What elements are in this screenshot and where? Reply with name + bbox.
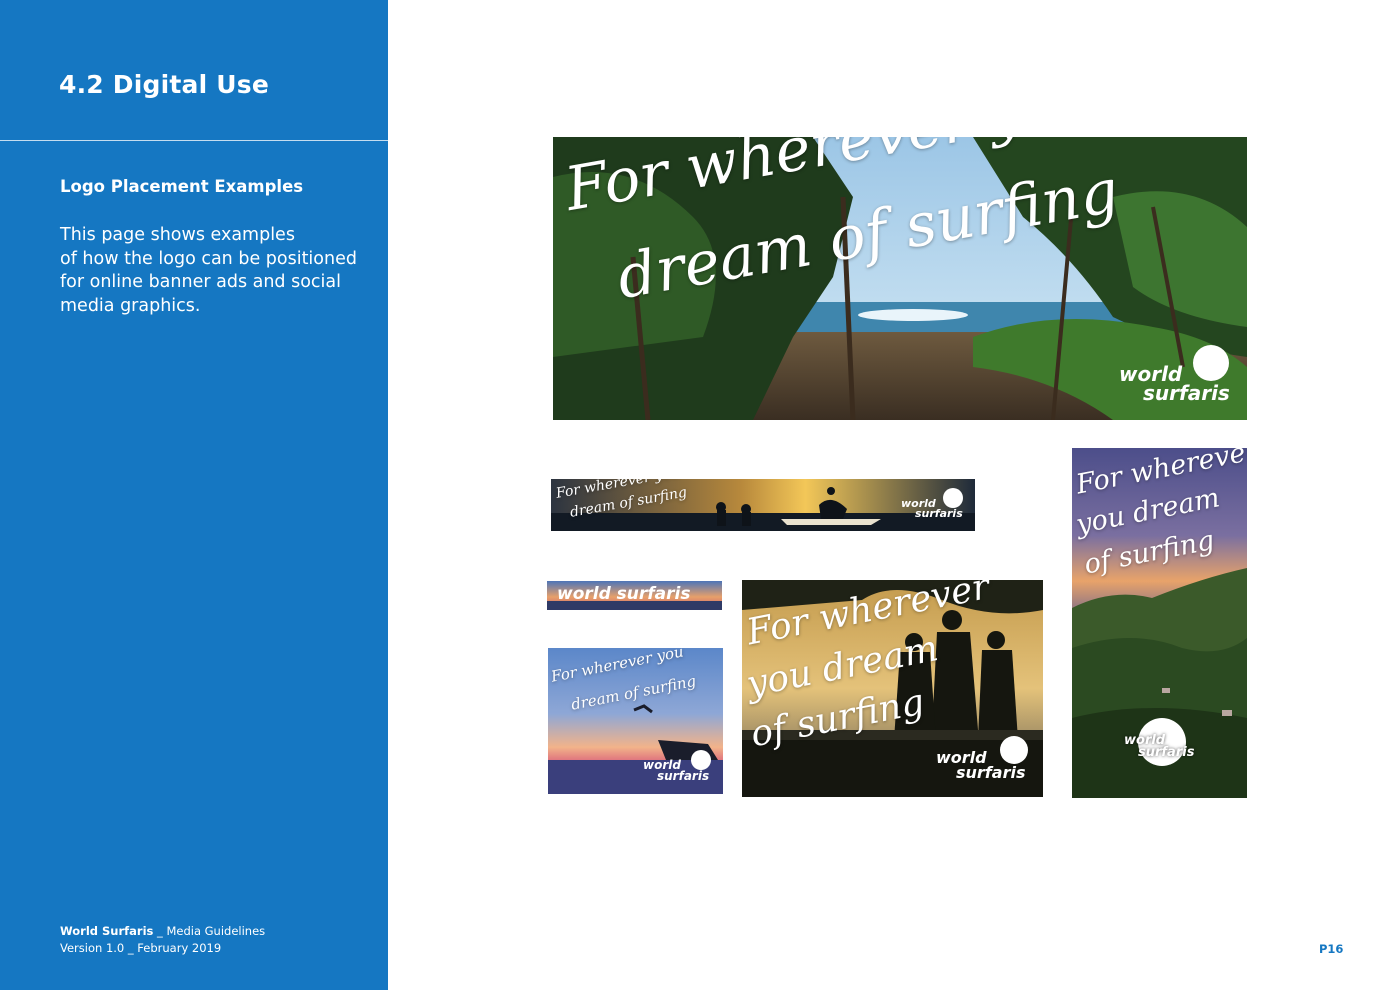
skyscraper-ad: For wherever you dream of surfing world … [1072,448,1247,798]
section-title: 4.2 Digital Use [59,70,270,99]
sub-title: Logo Placement Examples [60,177,304,196]
globe-icon [1000,736,1028,764]
footer-version: Version 1.0 _ February 2019 [60,941,222,955]
divider [0,140,388,141]
page-number: P16 [1319,942,1344,956]
brand-word-2: surfaris [657,769,710,784]
body-line: for online banner ads and social [60,272,341,292]
footer-brand: World Surfaris [60,924,154,938]
sidebar-panel: 4.2 Digital Use Logo Placement Examples … [0,0,388,990]
footer-doc: _ Media Guidelines [153,924,266,938]
body-text: This page shows examples of how the logo… [60,224,360,318]
brand-word-2: surfaris [956,763,1026,783]
body-line: media graphics. [60,295,201,316]
wide-banner: For wherever you dream of surfing world … [551,479,975,531]
mini-banner: world surfaris [547,581,722,610]
rectangle-ad: For wherever you dream of surfing world … [742,580,1043,797]
brand-word-2: surfaris [915,507,963,521]
footer: World Surfaris _ Media Guidelines Versio… [60,923,265,957]
square-ad: For wherever you dream of surfing world … [548,648,723,794]
brand-word-2: surfaris [1143,381,1230,405]
brand-wordmark: world surfaris [1124,734,1195,761]
body-line: This page shows examples [60,225,295,245]
body-line: of how the logo can be positioned [60,248,357,269]
brand-word-2: surfaris [1138,745,1195,761]
globe-icon [691,750,711,770]
leaderboard-banner: For wherever you dream of surfing world … [553,137,1247,420]
globe-icon [1193,345,1229,381]
brand-wordmark: world surfaris [557,584,691,604]
globe-icon [943,488,963,508]
